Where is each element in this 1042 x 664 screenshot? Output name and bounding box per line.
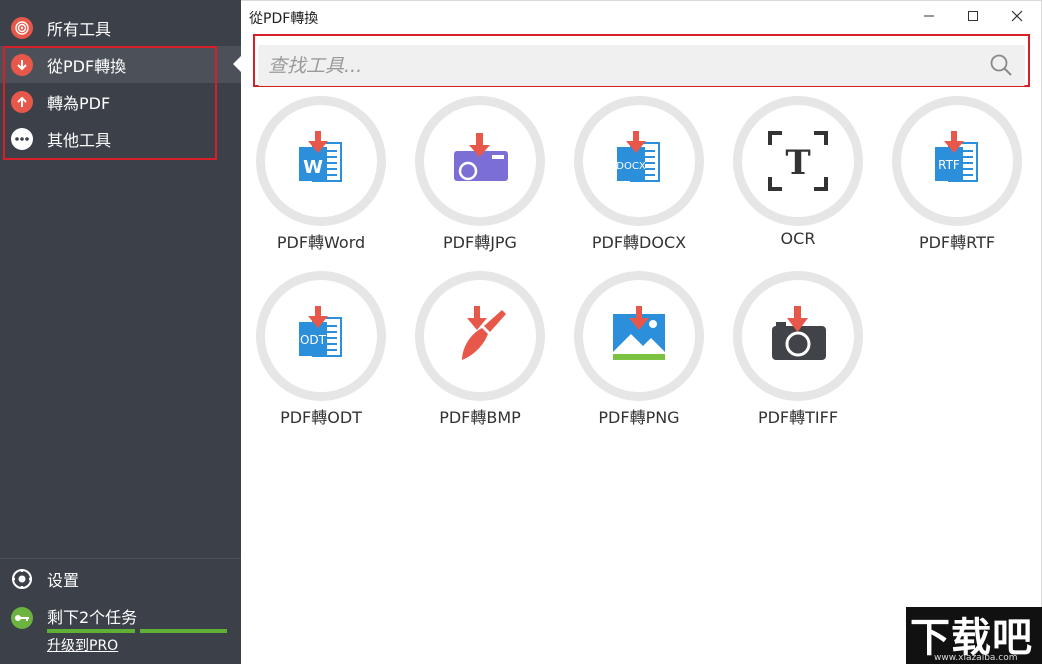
arrow-up-icon	[11, 90, 33, 113]
spiral-icon	[11, 16, 33, 39]
search-box	[258, 45, 1025, 86]
sidebar-item-label: 所有工具	[47, 19, 112, 39]
close-icon	[1011, 10, 1023, 22]
tool-label: PDF轉PNG	[598, 408, 680, 427]
main-panel: 從PDF轉換 W	[241, 0, 1042, 664]
sidebar-item-other-tools[interactable]: 其他工具	[0, 120, 241, 157]
tool-pdf-to-png[interactable]: PDF轉PNG	[559, 271, 719, 441]
sidebar-item-label: 其他工具	[47, 130, 112, 150]
window-title: 從PDF轉換	[249, 11, 319, 27]
tool-label: PDF轉DOCX	[591, 233, 687, 252]
tool-pdf-to-docx[interactable]: DOCX PDF轉DOCX	[559, 96, 719, 266]
minimize-button[interactable]	[907, 1, 951, 31]
maximize-icon	[968, 11, 978, 21]
tool-circle	[415, 96, 545, 226]
svg-text:ODT: ODT	[300, 333, 327, 347]
active-indicator	[233, 56, 241, 72]
svg-text:DOCX: DOCX	[616, 161, 646, 172]
upgrade-link[interactable]: 升级到PRO	[47, 635, 118, 655]
tool-label: PDF轉JPG	[443, 233, 517, 252]
tool-pdf-to-jpg[interactable]: PDF轉JPG	[400, 96, 560, 266]
search-icon[interactable]	[989, 53, 1013, 77]
search-highlight-box	[253, 34, 1030, 87]
rtf-doc-icon: RTF	[935, 131, 978, 182]
tool-pdf-to-odt[interactable]: ODT PDF轉ODT	[241, 271, 401, 441]
tool-circle: W	[256, 96, 386, 226]
settings-label: 设置	[47, 570, 80, 590]
ocr-text-icon: T	[768, 131, 828, 191]
tasks-remaining-label: 剩下2个任务	[47, 608, 138, 627]
watermark-url: www.xiazaiba.com	[934, 653, 1018, 663]
minimize-icon	[924, 15, 934, 17]
image-icon	[613, 306, 665, 360]
search-input[interactable]	[268, 45, 968, 86]
tool-circle	[415, 271, 545, 401]
tool-label: PDF轉TIFF	[757, 408, 839, 427]
key-icon	[11, 607, 33, 629]
tool-label: PDF轉RTF	[918, 233, 996, 252]
camera-icon	[772, 306, 826, 360]
arrow-down-icon	[11, 53, 33, 76]
tool-label: PDF轉BMP	[439, 408, 521, 427]
odt-doc-icon: ODT	[299, 306, 342, 357]
tool-circle: DOCX	[574, 96, 704, 226]
tool-label: OCR	[780, 229, 816, 248]
sidebar-item-from-pdf[interactable]: 從PDF轉換	[0, 46, 241, 83]
task-progress-bar-1	[47, 629, 135, 633]
task-progress-bar-2	[140, 629, 227, 633]
tool-label: PDF轉ODT	[280, 408, 362, 427]
svg-text:W: W	[303, 157, 323, 178]
sidebar-item-all-tools[interactable]: 所有工具	[0, 9, 241, 46]
maximize-button[interactable]	[951, 1, 995, 31]
tool-pdf-to-bmp[interactable]: PDF轉BMP	[400, 271, 560, 441]
app-window: 所有工具 從PDF轉換 轉為PDF 其他工具 设置 剩下2个任务 升级到PRO …	[0, 0, 1042, 664]
svg-text:RTF: RTF	[938, 158, 960, 172]
tool-label: PDF轉Word	[276, 233, 366, 252]
tool-pdf-to-word[interactable]: W PDF轉Word	[241, 96, 401, 266]
settings-item[interactable]: 设置	[0, 560, 241, 597]
docx-doc-icon: DOCX	[616, 131, 660, 182]
svg-text:T: T	[785, 143, 810, 183]
watermark-logo: 下载吧 www.xiazaiba.com	[906, 607, 1042, 664]
sidebar: 所有工具 從PDF轉換 轉為PDF 其他工具 设置 剩下2个任务 升级到PRO	[0, 0, 241, 664]
tool-circle: ODT	[256, 271, 386, 401]
tool-pdf-to-tiff[interactable]: PDF轉TIFF	[718, 271, 878, 441]
tool-circle	[574, 271, 704, 401]
sidebar-divider	[0, 558, 241, 559]
tool-ocr[interactable]: T OCR	[718, 96, 878, 266]
tool-circle: T	[733, 96, 863, 226]
tool-circle: RTF	[892, 96, 1022, 226]
paint-brush-icon	[462, 306, 506, 360]
tool-circle	[733, 271, 863, 401]
jpg-camera-icon	[454, 133, 508, 181]
gear-icon	[11, 568, 33, 590]
close-button[interactable]	[995, 1, 1039, 31]
sidebar-item-label: 轉為PDF	[47, 93, 111, 113]
tool-pdf-to-rtf[interactable]: RTF PDF轉RTF	[877, 96, 1037, 266]
sidebar-item-to-pdf[interactable]: 轉為PDF	[0, 83, 241, 120]
word-doc-icon: W	[299, 131, 342, 182]
sidebar-item-label: 從PDF轉換	[47, 56, 127, 76]
more-icon	[11, 127, 33, 150]
